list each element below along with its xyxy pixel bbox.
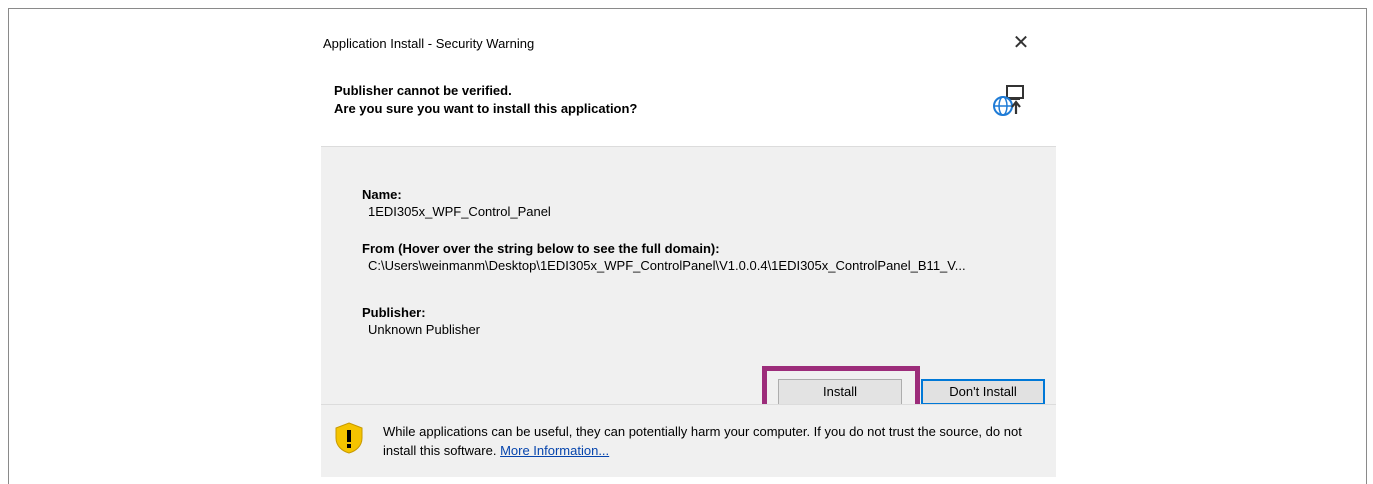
- warning-footer: While applications can be useful, they c…: [321, 404, 1056, 477]
- dont-install-button[interactable]: Don't Install: [921, 379, 1045, 405]
- from-label: From (Hover over the string below to see…: [362, 241, 720, 256]
- install-button[interactable]: Install: [778, 379, 902, 405]
- warning-message: While applications can be useful, they c…: [383, 422, 1048, 460]
- name-label: Name:: [362, 187, 402, 202]
- dialog-header: Publisher cannot be verified. Are you su…: [321, 62, 1056, 146]
- title-bar: Application Install - Security Warning ✕: [321, 24, 1056, 62]
- window-title: Application Install - Security Warning: [323, 36, 535, 51]
- security-warning-dialog: Application Install - Security Warning ✕…: [321, 24, 1056, 477]
- publisher-value: Unknown Publisher: [368, 322, 481, 337]
- more-information-link[interactable]: More Information...: [500, 443, 609, 458]
- publisher-label: Publisher:: [362, 305, 426, 320]
- globe-install-icon: [993, 85, 1024, 116]
- close-button[interactable]: ✕: [1012, 33, 1030, 53]
- from-value[interactable]: C:\Users\weinmanm\Desktop\1EDI305x_WPF_C…: [368, 258, 966, 273]
- warning-text: While applications can be useful, they c…: [383, 424, 1022, 458]
- warning-shield-icon: [335, 422, 363, 454]
- header-heading: Publisher cannot be verified.: [334, 83, 512, 98]
- details-panel: Name: 1EDI305x_WPF_Control_Panel From (H…: [321, 146, 1056, 418]
- header-question: Are you sure you want to install this ap…: [334, 101, 638, 116]
- name-value: 1EDI305x_WPF_Control_Panel: [368, 204, 551, 219]
